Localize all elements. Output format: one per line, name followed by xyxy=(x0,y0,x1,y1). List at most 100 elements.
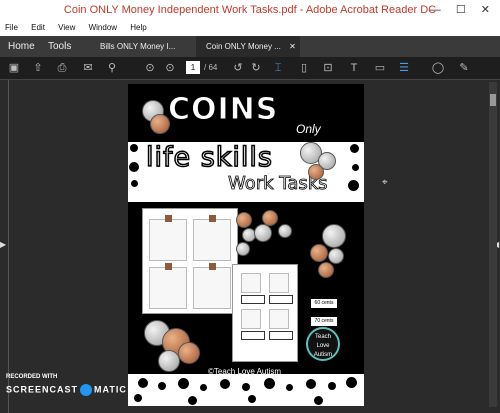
menu-edit[interactable]: Edit xyxy=(31,20,45,36)
watermark-brand-left: SCREENCAST xyxy=(6,384,79,395)
coin-image xyxy=(158,350,180,372)
border-dot xyxy=(242,383,250,391)
worksheet-cell xyxy=(269,309,289,329)
coin-thumbnail xyxy=(165,215,172,222)
worksheet-cell xyxy=(193,267,231,309)
rotate-left-icon[interactable]: ↺ xyxy=(230,60,246,76)
menu-view[interactable]: View xyxy=(58,20,75,36)
prev-page-icon[interactable]: ⊙ xyxy=(142,60,158,76)
border-dot xyxy=(158,382,166,390)
coin-image xyxy=(308,164,324,180)
tab-coins-document[interactable]: Coin ONLY Money ... ✕ xyxy=(196,36,300,57)
worksheet-cell xyxy=(149,267,187,309)
left-panel-toggle-icon[interactable]: ▶ xyxy=(0,240,6,249)
presentation-icon[interactable]: ▭ xyxy=(372,60,388,76)
menu-bar: File Edit View Window Help xyxy=(0,20,500,36)
toolbar: ▣ ⇧ ⎙ ✉ ⚲ ⊙ ⊙ 1 / 64 ↺ ↻ ⌶ ▯ ⊡ T ▭ ☰ ◯ ✎ xyxy=(0,57,500,80)
answer-box xyxy=(269,331,293,340)
page-number-input[interactable]: 1 xyxy=(186,61,200,74)
menu-window[interactable]: Window xyxy=(89,20,117,36)
two-page-icon[interactable]: ⊡ xyxy=(320,60,336,76)
mouse-cursor-icon: ⌖ xyxy=(382,177,388,188)
border-dot xyxy=(131,180,138,187)
worksheet-cell xyxy=(149,219,187,261)
print-icon[interactable]: ⎙ xyxy=(54,60,70,76)
fit-page-icon[interactable]: ⌶ xyxy=(270,60,286,76)
next-page-icon[interactable]: ⊙ xyxy=(162,60,178,76)
worksheet-preview-left xyxy=(142,208,238,314)
worksheet-cell xyxy=(193,219,231,261)
page-count: / 64 xyxy=(204,63,218,72)
pdf-page: COINS Only life skills Work Tasks 60 cen… xyxy=(128,84,364,406)
coin-image xyxy=(310,244,328,262)
email-icon[interactable]: ✉ xyxy=(80,60,96,76)
comment-icon[interactable]: ◯ xyxy=(430,60,446,76)
scroll-mode-icon[interactable]: ☰ xyxy=(396,60,412,76)
text-select-icon[interactable]: T xyxy=(346,60,362,76)
border-dot xyxy=(200,384,207,391)
border-dot xyxy=(138,378,148,388)
tab-bar: Home Tools Bills ONLY Money I... Coin ON… xyxy=(0,36,500,57)
border-dot xyxy=(134,394,142,402)
border-dot xyxy=(178,378,189,389)
border-dot xyxy=(306,379,316,389)
tab-tools[interactable]: Tools xyxy=(48,36,71,57)
coin-image xyxy=(236,212,252,228)
answer-box xyxy=(241,331,265,340)
window-title-bar: Coin ONLY Money Independent Work Tasks.p… xyxy=(0,0,500,20)
border-dot xyxy=(248,395,256,403)
tab-bills-document[interactable]: Bills ONLY Money I... xyxy=(100,36,190,57)
border-dot xyxy=(346,377,357,388)
menu-help[interactable]: Help xyxy=(130,20,146,36)
cover-title-life-skills: life skills xyxy=(145,141,273,174)
watermark-brand-right: MATIC xyxy=(94,384,127,395)
border-dot xyxy=(264,378,275,389)
watermark-recorded-text: RECORDED WITH xyxy=(6,374,58,380)
close-tab-icon[interactable]: ✕ xyxy=(289,42,296,51)
coin-image xyxy=(150,114,170,134)
coin-image xyxy=(278,224,292,238)
border-dot xyxy=(129,162,139,172)
coin-image xyxy=(236,242,250,256)
coin-image xyxy=(328,248,344,264)
upload-icon[interactable]: ⇧ xyxy=(30,60,46,76)
label-70-cents: 70 cents xyxy=(310,316,338,327)
screencast-logo-icon xyxy=(80,384,93,396)
teach-love-autism-badge: Teach Love Autism xyxy=(306,327,340,361)
pen-icon[interactable]: ✎ xyxy=(456,60,472,76)
rotate-right-icon[interactable]: ↻ xyxy=(248,60,264,76)
window-controls[interactable]: — ☐ ✕ xyxy=(430,0,496,20)
copyright-credit: ©Teach Love Autism xyxy=(208,367,282,376)
answer-box xyxy=(269,295,293,304)
border-dot xyxy=(348,180,359,191)
border-dot xyxy=(220,379,230,389)
border-dot xyxy=(350,144,359,153)
single-page-icon[interactable]: ▯ xyxy=(296,60,312,76)
worksheet-cell xyxy=(241,309,261,329)
save-icon[interactable]: ▣ xyxy=(6,60,22,76)
border-dot xyxy=(286,384,293,391)
vertical-scrollbar[interactable] xyxy=(489,82,497,407)
window-title: Coin ONLY Money Independent Work Tasks.p… xyxy=(63,4,437,16)
coin-image xyxy=(254,224,272,242)
tab-bills-label: Bills ONLY Money I... xyxy=(100,42,176,51)
border-dot xyxy=(130,144,138,152)
worksheet-cell xyxy=(241,273,261,293)
tab-coins-label: Coin ONLY Money ... xyxy=(206,42,281,51)
screencast-watermark: RECORDED WITH SCREENCAST MATIC xyxy=(6,374,127,396)
search-icon[interactable]: ⚲ xyxy=(104,60,120,76)
menu-file[interactable]: File xyxy=(5,20,18,36)
label-60-cents: 60 cents xyxy=(310,298,338,309)
coin-thumbnail xyxy=(209,215,216,222)
left-panel-divider[interactable] xyxy=(8,80,9,413)
tab-home[interactable]: Home xyxy=(8,36,35,57)
scrollbar-thumb[interactable] xyxy=(490,94,496,106)
coin-image xyxy=(322,224,346,248)
worksheet-cell xyxy=(269,273,289,293)
border-dot xyxy=(328,382,336,390)
coin-thumbnail xyxy=(209,263,216,270)
coin-image xyxy=(318,262,334,278)
cover-title-only: Only xyxy=(296,122,321,136)
border-dot xyxy=(188,396,197,405)
worksheet-preview-right xyxy=(232,264,298,362)
